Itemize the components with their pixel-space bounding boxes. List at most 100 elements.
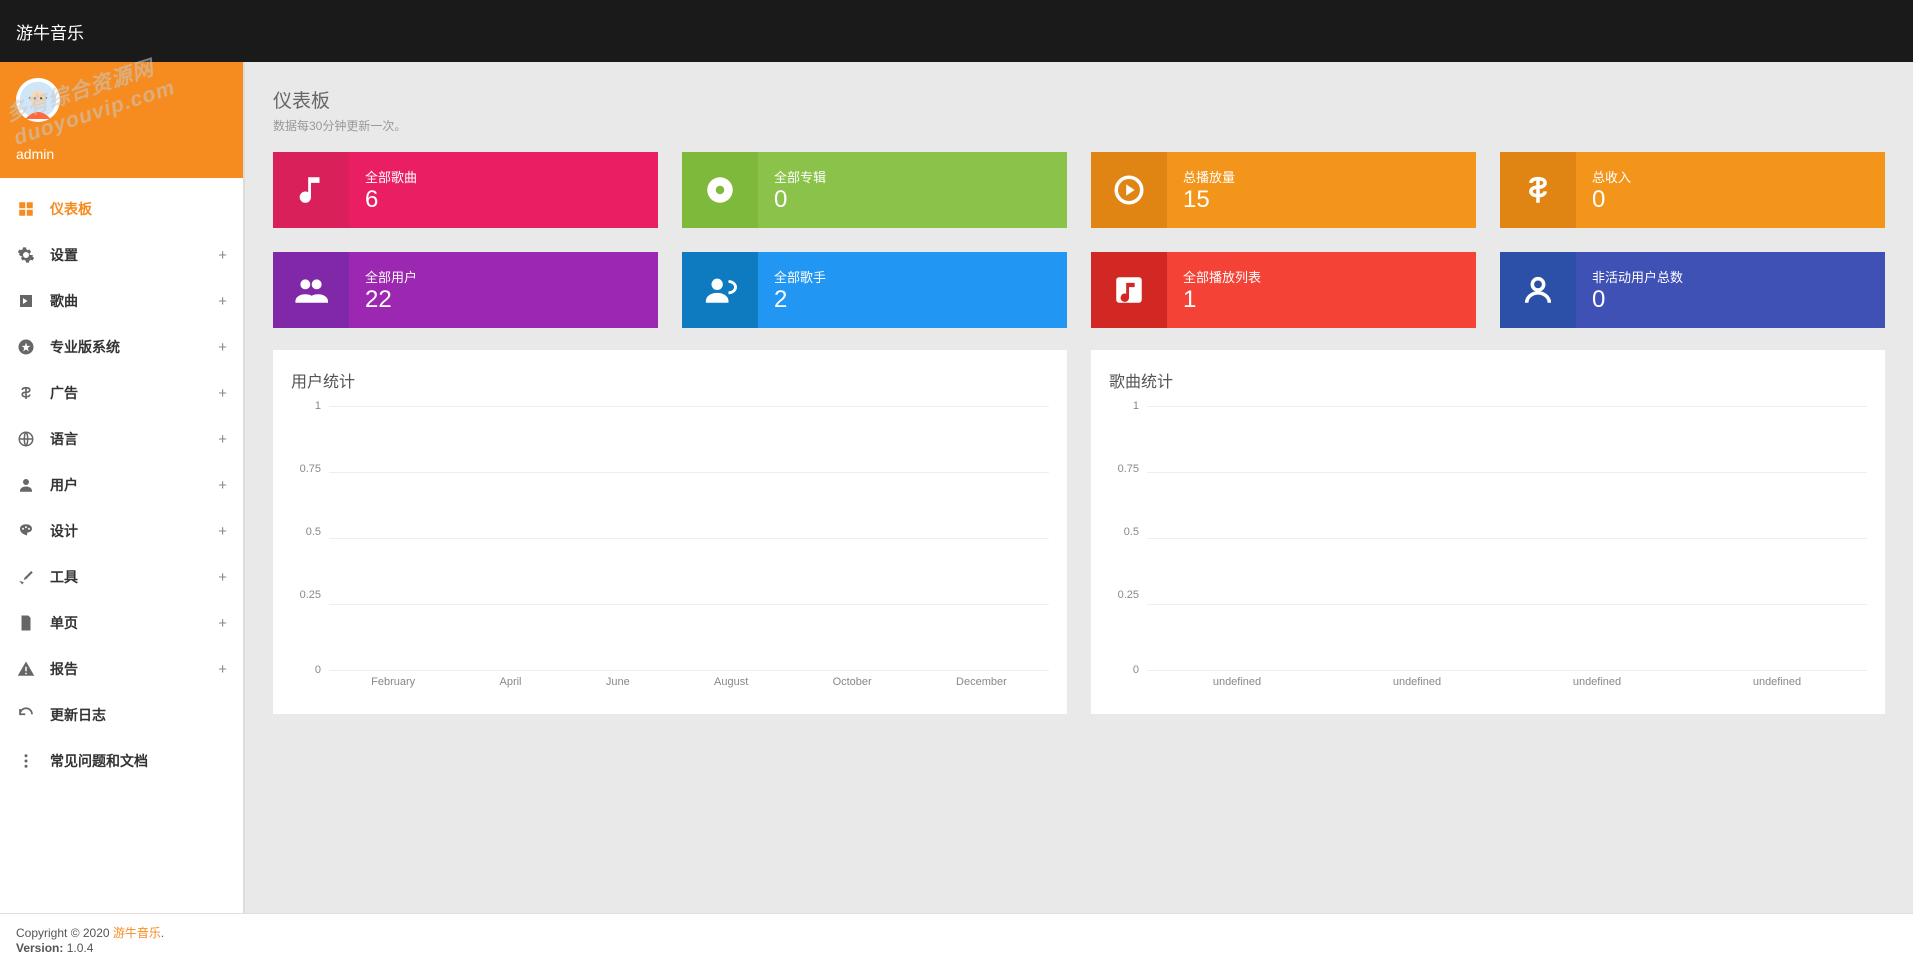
expand-icon: + <box>218 615 227 632</box>
expand-icon: + <box>218 293 227 310</box>
x-tick: February <box>371 676 415 696</box>
stat-card-body: 全部歌曲6 <box>349 152 658 228</box>
stat-card-label: 全部专辑 <box>774 167 1051 186</box>
expand-icon: + <box>218 247 227 264</box>
music-library-icon <box>16 291 36 311</box>
playlist-icon <box>1091 252 1167 328</box>
stat-card-5[interactable]: 全部歌手2 <box>682 252 1067 328</box>
stat-card-value: 0 <box>1592 186 1869 214</box>
y-tick: 0.75 <box>1109 463 1145 475</box>
sidebar-item-label: 工具 <box>50 567 218 587</box>
y-tick: 0.5 <box>1109 526 1145 538</box>
stat-card-body: 全部歌手2 <box>758 252 1067 328</box>
disc-icon <box>682 152 758 228</box>
sidebar-item-0[interactable]: 仪表板 <box>0 186 243 232</box>
sidebar-item-11[interactable]: 更新日志 <box>0 692 243 738</box>
sidebar-item-label: 单页 <box>50 613 218 633</box>
sidebar-item-6[interactable]: 用户+ <box>0 462 243 508</box>
stat-card-value: 2 <box>774 286 1051 314</box>
avatar[interactable] <box>16 78 60 122</box>
stat-card-7[interactable]: 非活动用户总数0 <box>1500 252 1885 328</box>
stat-card-value: 0 <box>774 186 1051 214</box>
stat-card-value: 0 <box>1592 286 1869 314</box>
person-outline-icon <box>1500 252 1576 328</box>
stat-card-body: 总播放量15 <box>1167 152 1476 228</box>
stat-card-label: 全部用户 <box>365 267 642 286</box>
stat-card-value: 1 <box>1183 286 1460 314</box>
stat-card-label: 非活动用户总数 <box>1592 267 1869 286</box>
stat-card-label: 总播放量 <box>1183 167 1460 186</box>
stat-card-0[interactable]: 全部歌曲6 <box>273 152 658 228</box>
y-tick: 0.25 <box>291 589 327 601</box>
expand-icon: + <box>218 385 227 402</box>
expand-icon: + <box>218 523 227 540</box>
stat-card-label: 全部歌手 <box>774 267 1051 286</box>
topbar: 游牛音乐 <box>0 0 1913 62</box>
stat-card-3[interactable]: 总收入0 <box>1500 152 1885 228</box>
expand-icon: + <box>218 477 227 494</box>
page-icon <box>16 613 36 633</box>
voice-icon <box>682 252 758 328</box>
copyright-link[interactable]: 游牛音乐 <box>113 926 161 940</box>
sidebar-item-label: 歌曲 <box>50 291 218 311</box>
sidebar-item-10[interactable]: 报告+ <box>0 646 243 692</box>
chart-songs-title: 歌曲统计 <box>1109 368 1867 392</box>
dollar-icon <box>16 383 36 403</box>
users-icon <box>273 252 349 328</box>
stat-card-body: 总收入0 <box>1576 152 1885 228</box>
warning-icon <box>16 659 36 679</box>
stat-card-body: 非活动用户总数0 <box>1576 252 1885 328</box>
user-name[interactable]: admin <box>16 146 227 162</box>
y-tick: 0.5 <box>291 526 327 538</box>
x-tick: August <box>714 676 748 696</box>
x-tick: June <box>606 676 630 696</box>
gear-icon <box>16 245 36 265</box>
stat-card-value: 6 <box>365 186 642 214</box>
chart-users-title: 用户统计 <box>291 368 1049 392</box>
sidebar: 多有综合资源网 duoyouvip.com admin 仪表板设置+歌曲+专业版… <box>0 62 245 913</box>
stat-card-2[interactable]: 总播放量15 <box>1091 152 1476 228</box>
sidebar-item-12[interactable]: 常见问题和文档 <box>0 738 243 784</box>
sidebar-item-2[interactable]: 歌曲+ <box>0 278 243 324</box>
stat-card-4[interactable]: 全部用户22 <box>273 252 658 328</box>
sidebar-item-9[interactable]: 单页+ <box>0 600 243 646</box>
stat-card-6[interactable]: 全部播放列表1 <box>1091 252 1476 328</box>
sidebar-item-7[interactable]: 设计+ <box>0 508 243 554</box>
y-tick: 1 <box>1109 400 1145 412</box>
history-icon <box>16 705 36 725</box>
sidebar-item-label: 常见问题和文档 <box>50 751 227 771</box>
copyright-prefix: Copyright © 2020 <box>16 926 113 940</box>
wrench-icon <box>16 567 36 587</box>
sidebar-item-1[interactable]: 设置+ <box>0 232 243 278</box>
sidebar-item-label: 设计 <box>50 521 218 541</box>
x-tick: April <box>500 676 522 696</box>
stat-card-label: 全部播放列表 <box>1183 267 1460 286</box>
chart-songs: 歌曲统计 10.750.50.250undefinedundefinedunde… <box>1091 350 1885 714</box>
brand-title: 游牛音乐 <box>16 19 84 44</box>
sidebar-item-5[interactable]: 语言+ <box>0 416 243 462</box>
copyright-suffix: . <box>161 926 164 940</box>
sidebar-item-4[interactable]: 广告+ <box>0 370 243 416</box>
sidebar-item-label: 仪表板 <box>50 199 227 219</box>
x-tick: undefined <box>1573 676 1621 696</box>
stat-card-body: 全部专辑0 <box>758 152 1067 228</box>
music-note-icon <box>273 152 349 228</box>
content: 仪表板 数据每30分钟更新一次。 全部歌曲6全部专辑0总播放量15总收入0全部用… <box>245 62 1913 913</box>
user-block: admin <box>0 62 243 178</box>
sidebar-item-label: 用户 <box>50 475 218 495</box>
stat-card-value: 22 <box>365 286 642 314</box>
sidebar-item-3[interactable]: 专业版系统+ <box>0 324 243 370</box>
expand-icon: + <box>218 569 227 586</box>
sidebar-item-label: 语言 <box>50 429 218 449</box>
y-tick: 0 <box>291 664 327 676</box>
stat-card-value: 15 <box>1183 186 1460 214</box>
y-tick: 0 <box>1109 664 1145 676</box>
version-value: 1.0.4 <box>67 941 94 955</box>
sidebar-item-8[interactable]: 工具+ <box>0 554 243 600</box>
stat-card-body: 全部用户22 <box>349 252 658 328</box>
stat-card-body: 全部播放列表1 <box>1167 252 1476 328</box>
y-tick: 0.25 <box>1109 589 1145 601</box>
version-label: Version: <box>16 941 63 955</box>
stat-card-1[interactable]: 全部专辑0 <box>682 152 1067 228</box>
footer: Copyright © 2020 游牛音乐. Version: 1.0.4 <box>0 913 1913 965</box>
